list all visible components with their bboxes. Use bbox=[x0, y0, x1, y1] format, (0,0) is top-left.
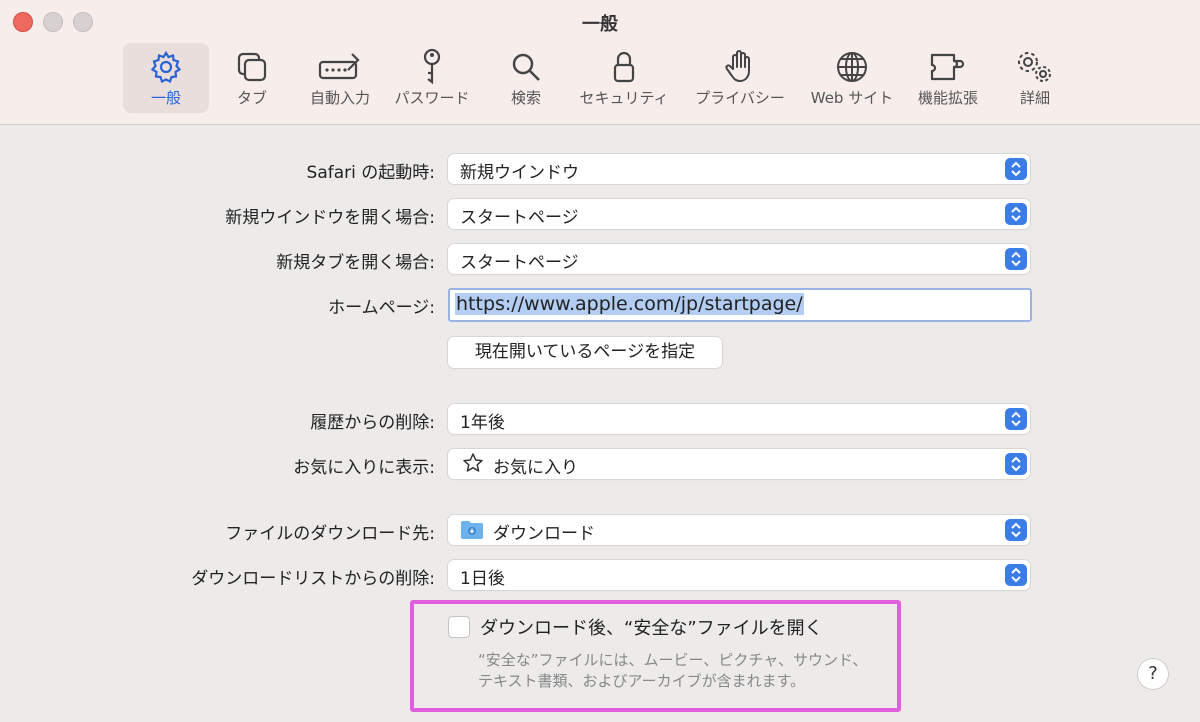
tab-autofill[interactable]: 自動入力 bbox=[300, 43, 380, 113]
tab-label: タブ bbox=[236, 89, 267, 107]
hand-icon bbox=[690, 49, 790, 85]
new-window-popup[interactable]: スタートページ bbox=[448, 199, 1030, 229]
chevron-updown-icon bbox=[1005, 203, 1027, 225]
help-button[interactable]: ? bbox=[1138, 659, 1168, 689]
new-tab-label: 新規タブを開く場合: bbox=[276, 253, 435, 273]
tab-label: 機能拡張 bbox=[917, 89, 978, 107]
favorites-label: お気に入りに表示: bbox=[293, 458, 435, 478]
download-location-value: ダウンロード bbox=[493, 524, 595, 544]
set-current-page-button[interactable]: 現在開いているページを指定 bbox=[448, 337, 722, 368]
tab-general[interactable]: 一般 bbox=[123, 43, 209, 113]
history-label: 履歴からの削除: bbox=[310, 413, 435, 433]
preferences-window: 一般 一般 タブ 自動入力 パスワード 検索 セキュリティ プライバシー Web… bbox=[0, 0, 1200, 722]
tab-label: 自動入力 bbox=[309, 89, 370, 107]
tab-privacy[interactable]: プライバシー bbox=[690, 43, 790, 113]
autofill-icon bbox=[300, 49, 380, 85]
chevron-updown-icon bbox=[1005, 248, 1027, 270]
tab-label: 一般 bbox=[150, 89, 181, 107]
globe-icon bbox=[804, 49, 900, 85]
star-icon bbox=[462, 452, 484, 479]
open-safe-files-note: “安全な”ファイルには、ムービー、ピクチャ、サウンド、テキスト書類、およびアーカ… bbox=[478, 651, 868, 690]
homepage-label: ホームページ: bbox=[328, 298, 435, 318]
tab-search[interactable]: 検索 bbox=[494, 43, 558, 113]
chevron-updown-icon bbox=[1005, 408, 1027, 430]
new-window-label: 新規ウインドウを開く場合: bbox=[225, 208, 435, 228]
puzzle-icon bbox=[908, 49, 988, 85]
favorites-value: お気に入り bbox=[493, 458, 578, 478]
tab-tabs[interactable]: タブ bbox=[216, 43, 288, 113]
tab-security[interactable]: セキュリティ bbox=[572, 43, 676, 113]
key-icon bbox=[386, 48, 478, 85]
search-icon bbox=[494, 49, 558, 85]
tab-passwords[interactable]: パスワード bbox=[386, 43, 478, 113]
download-location-popup[interactable]: ダウンロード bbox=[448, 515, 1030, 545]
tab-extensions[interactable]: 機能拡張 bbox=[908, 43, 988, 113]
window-title: 一般 bbox=[582, 14, 618, 35]
tab-label: プライバシー bbox=[695, 89, 785, 107]
homepage-value: https://www.apple.com/jp/startpage/ bbox=[455, 293, 804, 315]
tabs-icon bbox=[216, 49, 288, 85]
new-window-value: スタートページ bbox=[460, 208, 579, 228]
open-safe-files-label: ダウンロード後、“安全な”ファイルを開く bbox=[480, 618, 823, 639]
history-value: 1年後 bbox=[460, 413, 505, 433]
chevron-updown-icon bbox=[1005, 564, 1027, 586]
tab-label: 検索 bbox=[510, 89, 541, 107]
startup-label: Safari の起動時: bbox=[306, 163, 435, 183]
download-list-value: 1日後 bbox=[460, 569, 505, 589]
chevron-updown-icon bbox=[1005, 158, 1027, 180]
downloads-folder-icon bbox=[460, 520, 484, 545]
download-list-label: ダウンロードリストからの削除: bbox=[191, 569, 435, 589]
download-location-label: ファイルのダウンロード先: bbox=[225, 524, 435, 544]
new-tab-popup[interactable]: スタートページ bbox=[448, 244, 1030, 274]
new-tab-value: スタートページ bbox=[460, 253, 579, 273]
tab-label: Web サイト bbox=[810, 89, 894, 107]
tab-advanced[interactable]: 詳細 bbox=[1000, 43, 1070, 113]
startup-value: 新規ウインドウ bbox=[460, 163, 579, 183]
download-list-popup[interactable]: 1日後 bbox=[448, 560, 1030, 590]
history-popup[interactable]: 1年後 bbox=[448, 404, 1030, 434]
gear-icon bbox=[123, 49, 209, 85]
tab-websites[interactable]: Web サイト bbox=[804, 43, 900, 113]
toolbar: 一般 一般 タブ 自動入力 パスワード 検索 セキュリティ プライバシー Web… bbox=[0, 0, 1200, 125]
tab-label: 詳細 bbox=[1019, 89, 1050, 107]
homepage-input[interactable]: https://www.apple.com/jp/startpage/ bbox=[448, 288, 1032, 322]
startup-popup[interactable]: 新規ウインドウ bbox=[448, 154, 1030, 184]
lock-icon bbox=[572, 49, 676, 85]
tab-label: パスワード bbox=[394, 89, 470, 107]
favorites-popup[interactable]: お気に入り bbox=[448, 449, 1030, 479]
chevron-updown-icon bbox=[1005, 453, 1027, 475]
chevron-updown-icon bbox=[1005, 519, 1027, 541]
tab-label: セキュリティ bbox=[579, 89, 669, 107]
open-safe-files-checkbox[interactable] bbox=[448, 616, 470, 638]
gears-icon bbox=[1000, 49, 1070, 85]
